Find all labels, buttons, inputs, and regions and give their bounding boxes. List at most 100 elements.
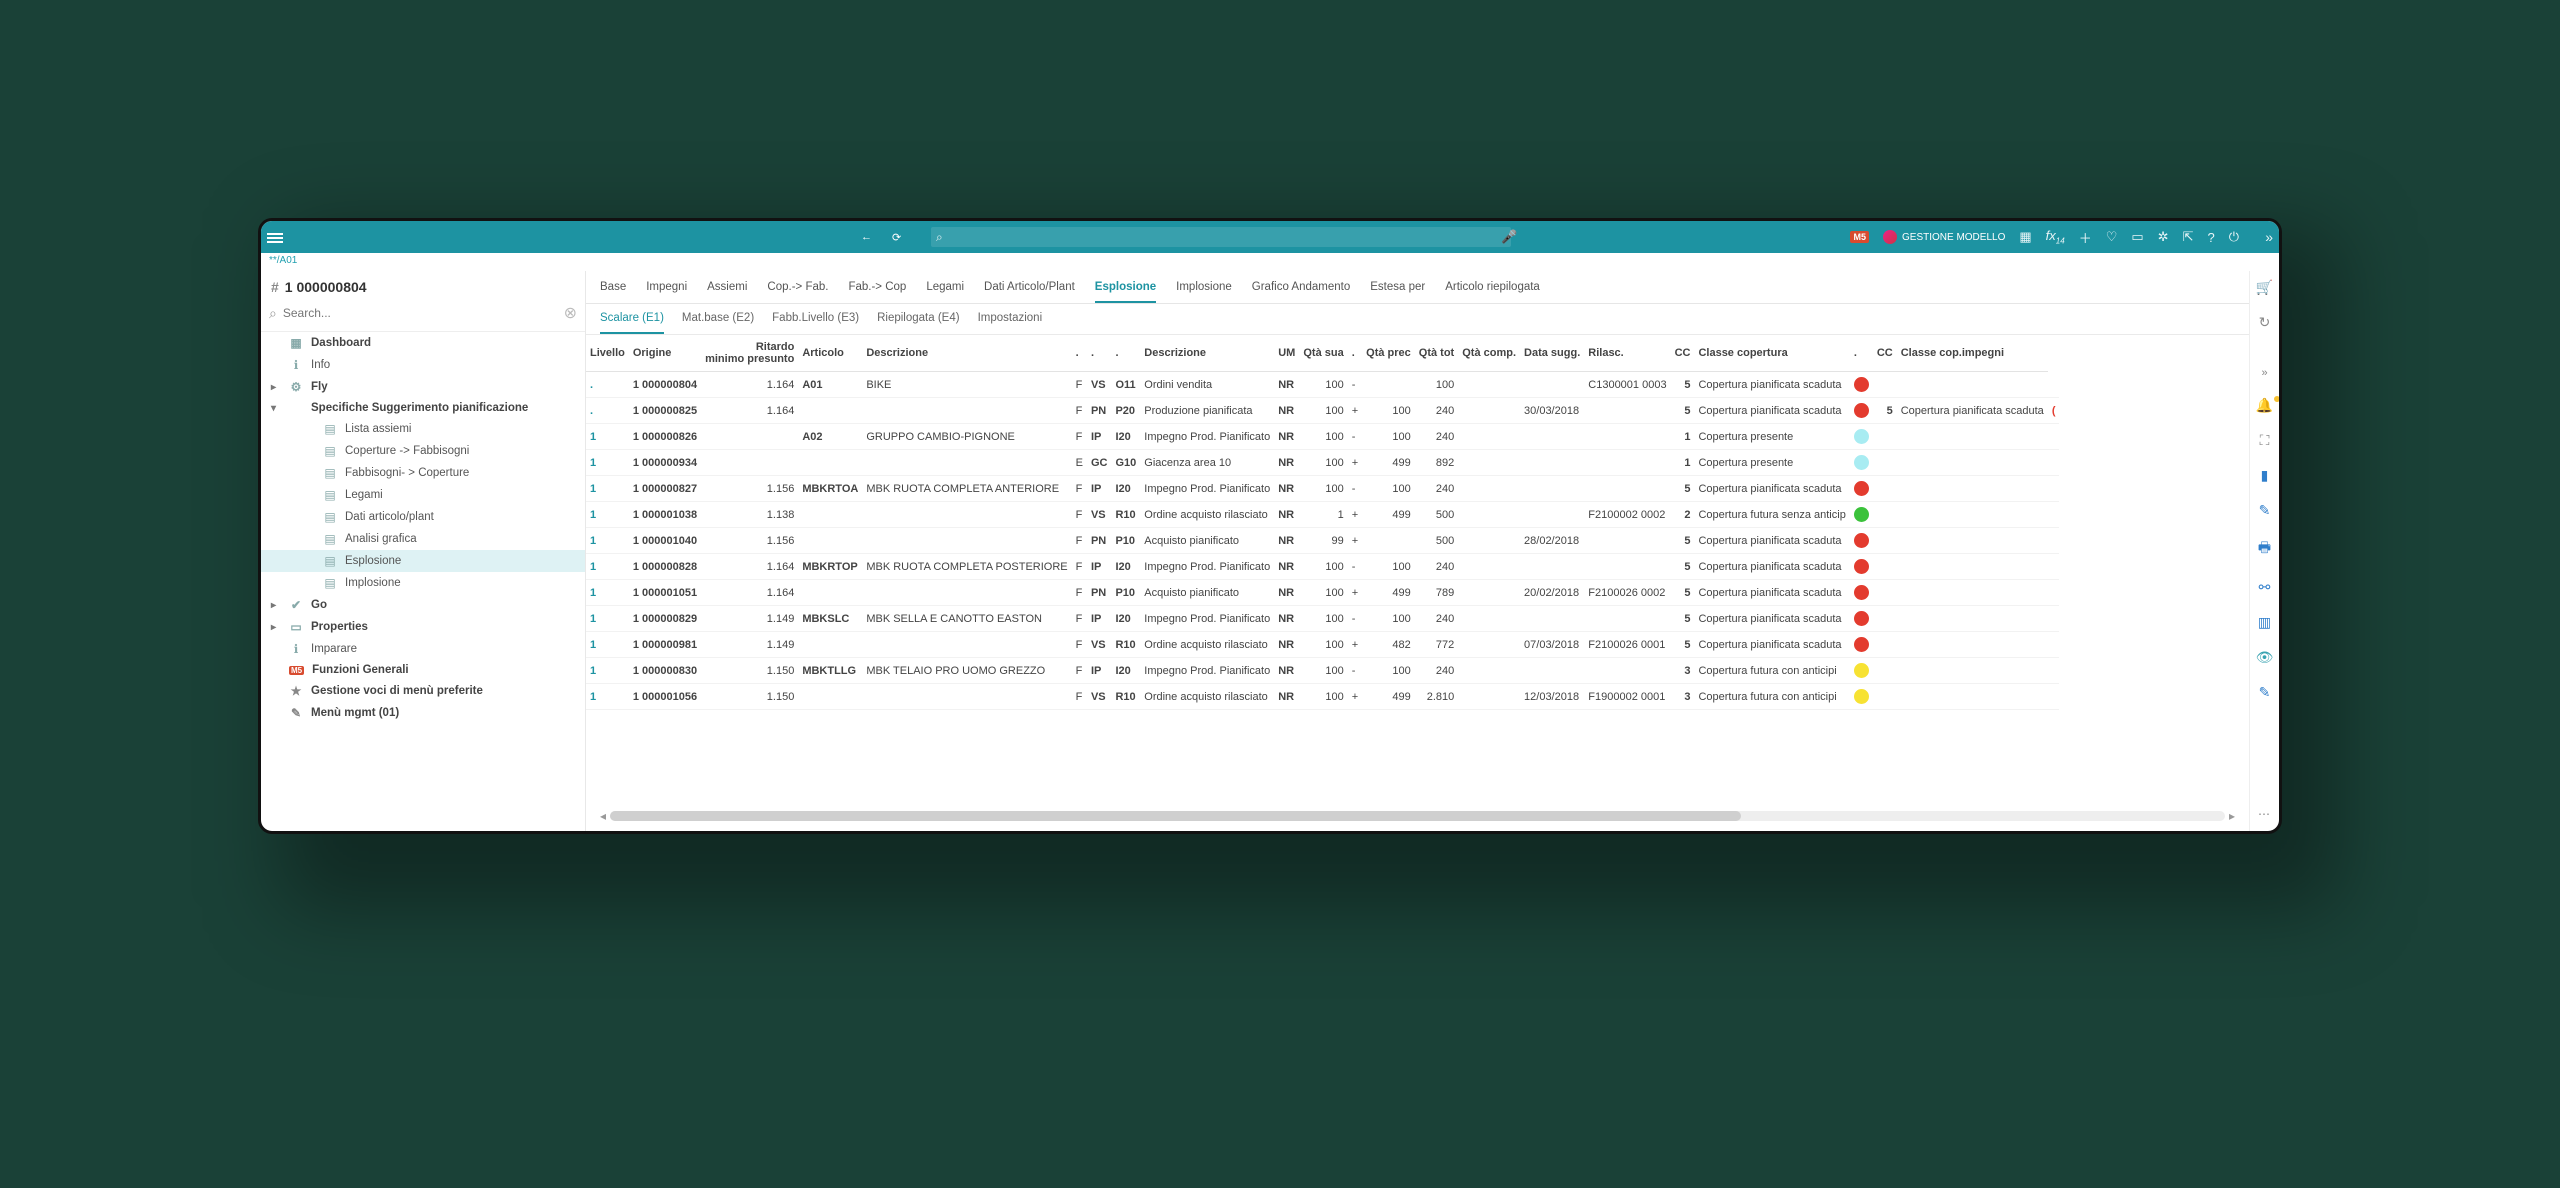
fullscreen-icon[interactable]: ⛶ bbox=[2260, 432, 2270, 449]
refresh-icon[interactable]: ⟳ bbox=[892, 231, 901, 244]
sidebar-item-12[interactable]: ▸✔Go bbox=[261, 594, 585, 616]
col-header[interactable]: UM bbox=[1274, 335, 1299, 372]
pencil-icon[interactable]: ✎ bbox=[2259, 684, 2271, 701]
tab-dati-articolo-plant[interactable]: Dati Articolo/Plant bbox=[984, 281, 1075, 303]
table-row[interactable]: 11 0000008291.149MBKSLCMBK SELLA E CANOT… bbox=[586, 606, 2059, 632]
print-icon[interactable]: 🖶 bbox=[2258, 537, 2271, 561]
tab-grafico-andamento[interactable]: Grafico Andamento bbox=[1252, 281, 1350, 303]
help-icon[interactable]: ? bbox=[2207, 230, 2214, 245]
col-header[interactable]: Descrizione bbox=[862, 335, 1071, 372]
col-header[interactable]: . bbox=[1111, 335, 1140, 372]
cart-icon[interactable]: 🛒 bbox=[2256, 279, 2273, 296]
sidebar-item-3[interactable]: ▾Specifiche Suggerimento pianificazione bbox=[261, 398, 585, 418]
col-header[interactable]: . bbox=[1348, 335, 1362, 372]
history-icon[interactable]: ↻ bbox=[2259, 314, 2271, 331]
col-header[interactable]: Ritardominimo presunto bbox=[701, 335, 798, 372]
scroll-track[interactable] bbox=[610, 811, 2225, 821]
collapse-icon[interactable]: » bbox=[2261, 367, 2267, 379]
sidebar-item-15[interactable]: M5Funzioni Generali bbox=[261, 660, 585, 680]
plus-icon[interactable]: ＋ bbox=[2079, 228, 2092, 247]
tab-implosione[interactable]: Implosione bbox=[1176, 281, 1232, 303]
external-icon[interactable]: ⇱ bbox=[2183, 229, 2194, 245]
col-header[interactable]: Qtà comp. bbox=[1458, 335, 1520, 372]
table-row[interactable]: 11 000000826A02GRUPPO CAMBIO-PIGNONEFIPI… bbox=[586, 424, 2059, 450]
sidebar-item-17[interactable]: ✎Menù mgmt (01) bbox=[261, 702, 585, 724]
tab-articolo-riepilogata[interactable]: Articolo riepilogata bbox=[1445, 281, 1540, 303]
col-header[interactable]: Descrizione bbox=[1140, 335, 1274, 372]
tab-fab-cop[interactable]: Fab.-> Cop bbox=[848, 281, 906, 303]
power-icon[interactable]: ⏻ bbox=[2229, 229, 2239, 245]
table-row[interactable]: 11 0000008301.150MBKTLLGMBK TELAIO PRO U… bbox=[586, 658, 2059, 684]
mic-icon[interactable]: 🎤 bbox=[1501, 229, 1517, 245]
bell-icon[interactable]: 🔔 bbox=[2256, 397, 2273, 414]
eye-icon[interactable]: 👁 bbox=[2256, 649, 2274, 666]
sidebar-item-16[interactable]: ★Gestione voci di menù preferite bbox=[261, 680, 585, 702]
col-header[interactable]: Livello bbox=[586, 335, 629, 372]
sidebar-item-9[interactable]: ▤Analisi grafica bbox=[261, 528, 585, 550]
table-row[interactable]: 11 0000008281.164MBKRTOPMBK RUOTA COMPLE… bbox=[586, 554, 2059, 580]
col-header[interactable]: Origine bbox=[629, 335, 701, 372]
sidebar-item-14[interactable]: ℹImparare bbox=[261, 638, 585, 660]
back-icon[interactable]: ← bbox=[861, 231, 872, 243]
expand-icon[interactable]: » bbox=[2265, 229, 2273, 245]
col-header[interactable]: . bbox=[1072, 335, 1087, 372]
sidebar-item-7[interactable]: ▤Legami bbox=[261, 484, 585, 506]
sidebar-item-2[interactable]: ▸⚙Fly bbox=[261, 376, 585, 398]
tab-esplosione[interactable]: Esplosione bbox=[1095, 281, 1156, 303]
col-header[interactable]: Qtà sua bbox=[1299, 335, 1347, 372]
sidebar-item-11[interactable]: ▤Implosione bbox=[261, 572, 585, 594]
tab-estesa-per[interactable]: Estesa per bbox=[1370, 281, 1425, 303]
tree-toggle-icon[interactable]: ▸ bbox=[271, 600, 281, 611]
sidebar-item-0[interactable]: ▦Dashboard bbox=[261, 332, 585, 354]
subtab-3[interactable]: Riepilogata (E4) bbox=[877, 312, 959, 334]
tab-assiemi[interactable]: Assiemi bbox=[707, 281, 747, 303]
scroll-thumb[interactable] bbox=[610, 811, 1741, 821]
table-row[interactable]: .1 0000008251.164FPNP20Produzione pianif… bbox=[586, 398, 2059, 424]
col-header[interactable]: Classe copertura bbox=[1694, 335, 1849, 372]
tab-impegni[interactable]: Impegni bbox=[646, 281, 687, 303]
edit-icon[interactable]: ✎ bbox=[2259, 502, 2271, 519]
sidebar-item-8[interactable]: ▤Dati articolo/plant bbox=[261, 506, 585, 528]
tab-base[interactable]: Base bbox=[600, 281, 626, 303]
col-header[interactable]: Classe cop.impegni bbox=[1897, 335, 2048, 372]
tab-cop-fab-[interactable]: Cop.-> Fab. bbox=[767, 281, 828, 303]
table-row[interactable]: .1 0000008041.164A01BIKEFVSO11Ordini ven… bbox=[586, 372, 2059, 398]
chat-icon[interactable]: ▭ bbox=[2131, 229, 2143, 245]
col-header[interactable]: Articolo bbox=[798, 335, 862, 372]
scroll-left-icon[interactable]: ◂ bbox=[596, 809, 610, 823]
sidebar-search-input[interactable] bbox=[283, 306, 558, 320]
more-icon[interactable]: ⋯ bbox=[2258, 807, 2271, 821]
col-header[interactable]: Rilasc. bbox=[1584, 335, 1670, 372]
col-header[interactable]: . bbox=[1087, 335, 1112, 372]
sidebar-item-5[interactable]: ▤Coperture -> Fabbisogni bbox=[261, 440, 585, 462]
sidebar-item-1[interactable]: ℹInfo bbox=[261, 354, 585, 376]
table-row[interactable]: 11 000000934EGCG10Giacenza area 10NR100+… bbox=[586, 450, 2059, 476]
gear-icon[interactable]: ✲ bbox=[2158, 229, 2169, 245]
tree-toggle-icon[interactable]: ▸ bbox=[271, 382, 281, 393]
horizontal-scrollbar[interactable]: ◂ ▸ bbox=[596, 807, 2239, 825]
col-header[interactable]: Qtà prec bbox=[1362, 335, 1415, 372]
col-header[interactable]: CC bbox=[1873, 335, 1897, 372]
table-row[interactable]: 11 0000010381.138FVSR10Ordine acquisto r… bbox=[586, 502, 2059, 528]
tree-toggle-icon[interactable]: ▾ bbox=[271, 403, 281, 414]
book-icon[interactable]: ▮ bbox=[2261, 467, 2269, 484]
col-header[interactable]: Data sugg. bbox=[1520, 335, 1584, 372]
heart-icon[interactable]: ♡ bbox=[2106, 229, 2118, 245]
subtab-1[interactable]: Mat.base (E2) bbox=[682, 312, 754, 334]
subtab-2[interactable]: Fabb.Livello (E3) bbox=[772, 312, 859, 334]
sidebar-item-4[interactable]: ▤Lista assiemi bbox=[261, 418, 585, 440]
tab-legami[interactable]: Legami bbox=[926, 281, 964, 303]
table-row[interactable]: 11 0000008271.156MBKRTOAMBK RUOTA COMPLE… bbox=[586, 476, 2059, 502]
col-header[interactable]: CC bbox=[1671, 335, 1695, 372]
table-row[interactable]: 11 0000010511.164FPNP10Acquisto pianific… bbox=[586, 580, 2059, 606]
link-icon[interactable]: ⚯ bbox=[2259, 579, 2271, 596]
sidebar-item-10[interactable]: ▤Esplosione bbox=[261, 550, 585, 572]
sidebar-item-13[interactable]: ▸▭Properties bbox=[261, 616, 585, 638]
clear-icon[interactable]: ⊗ bbox=[564, 303, 577, 323]
col-header[interactable]: Qtà tot bbox=[1415, 335, 1458, 372]
scroll-right-icon[interactable]: ▸ bbox=[2225, 809, 2239, 823]
menu-icon[interactable] bbox=[267, 231, 283, 243]
fx-icon[interactable]: fx14 bbox=[2046, 228, 2065, 246]
chart-icon[interactable]: ▥ bbox=[2258, 614, 2271, 631]
col-header[interactable]: . bbox=[1850, 335, 1873, 372]
